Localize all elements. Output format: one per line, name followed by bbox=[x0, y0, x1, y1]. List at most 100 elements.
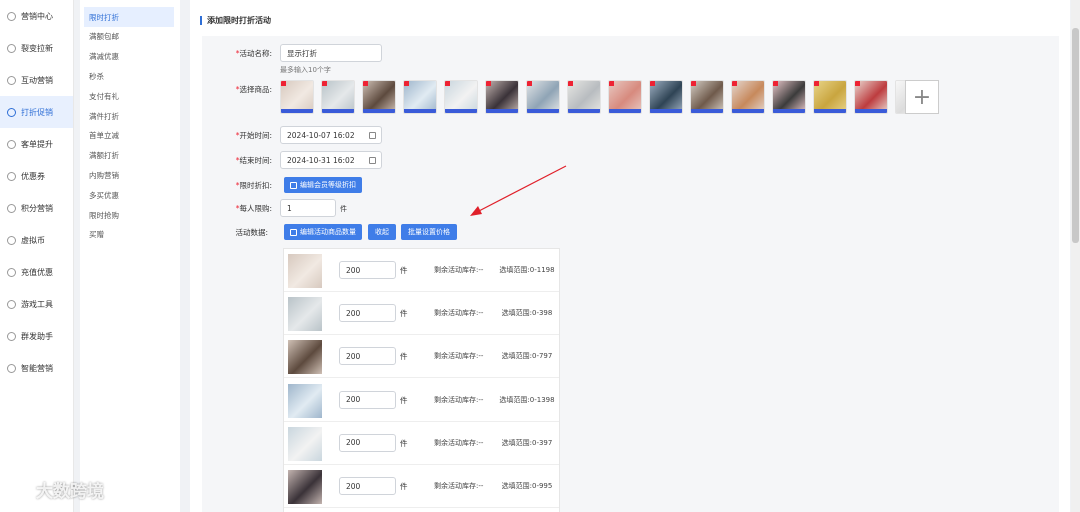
sidebar-item-11[interactable]: 智能营销 bbox=[0, 352, 73, 384]
activity-name-hint: 最多输入10个字 bbox=[280, 66, 331, 74]
smart-icon bbox=[7, 363, 16, 373]
goods-thumbnail[interactable] bbox=[690, 80, 724, 114]
subnav-item-7[interactable]: 满额打折 bbox=[80, 146, 180, 166]
goods-thumbnail[interactable] bbox=[485, 80, 519, 114]
row-qty-input[interactable]: 200 bbox=[339, 261, 396, 279]
goods-thumbnail[interactable] bbox=[854, 80, 888, 114]
product-tag-icon bbox=[486, 81, 491, 86]
product-banner bbox=[773, 109, 805, 113]
edit-activity-qty-button[interactable]: 编辑活动商品数量 bbox=[284, 224, 362, 240]
subnav-item-8[interactable]: 内购营销 bbox=[80, 166, 180, 186]
goods-thumbnail[interactable] bbox=[567, 80, 601, 114]
main-sidebar: 营销中心 裂变拉新 互动营销 打折促销 客单提升优惠券积分营销虚拟币 充值优惠 游戏工具 群发… bbox=[0, 0, 74, 512]
product-tag-icon bbox=[691, 81, 696, 86]
fission-icon bbox=[7, 43, 16, 53]
subnav-item-10[interactable]: 限时抢购 bbox=[80, 205, 180, 225]
row-range: 选填范围:0-398 bbox=[501, 309, 553, 318]
order-icon bbox=[7, 139, 16, 149]
activity-data-label: 活动数据: bbox=[235, 228, 268, 237]
broadcast-icon bbox=[7, 331, 16, 341]
sidebar-item-9[interactable]: 游戏工具 bbox=[0, 288, 73, 320]
page-scrollbar[interactable] bbox=[1071, 0, 1080, 512]
subnav-item-6[interactable]: 首单立减 bbox=[80, 126, 180, 146]
product-tag-icon bbox=[855, 81, 860, 86]
purchase-limit-input[interactable]: 1 bbox=[280, 199, 336, 217]
row-qty-input[interactable]: 200 bbox=[339, 433, 396, 452]
row-range: 选填范围:0-1398 bbox=[499, 395, 555, 404]
product-tag-icon bbox=[322, 81, 327, 86]
subnav-item-2[interactable]: 满减优惠 bbox=[80, 47, 180, 67]
sidebar-item-4[interactable]: 客单提升 bbox=[0, 128, 73, 160]
activity-goods-table: 200 件剩余活动库存:-- 选填范围:0-1198 200 件剩余活动库存:-- 选填范… bbox=[283, 248, 560, 512]
sidebar-item-0[interactable]: 营销中心 bbox=[0, 0, 73, 32]
row-unit: 件 bbox=[400, 438, 408, 448]
sidebar-item-3[interactable]: 打折促销 bbox=[0, 96, 73, 128]
scrollbar-thumb[interactable] bbox=[1072, 28, 1079, 243]
row-stock: 剩余活动库存:-- bbox=[434, 309, 484, 318]
subnav-item-9[interactable]: 多买优惠 bbox=[80, 185, 180, 205]
edit-icon bbox=[290, 228, 297, 236]
goods-thumbnail[interactable] bbox=[403, 80, 437, 114]
batch-price-button[interactable]: 批量设置价格 bbox=[401, 224, 457, 240]
row-product-image bbox=[288, 383, 322, 418]
product-tag-icon bbox=[568, 81, 573, 86]
sidebar-item-1[interactable]: 裂变拉新 bbox=[0, 32, 73, 64]
row-stock: 剩余活动库存:-- bbox=[434, 482, 484, 490]
purchase-limit-unit: 件 bbox=[340, 205, 347, 213]
product-banner bbox=[814, 109, 846, 113]
activity-name-input[interactable]: 显示打折 bbox=[280, 44, 382, 62]
goods-thumbnail[interactable] bbox=[362, 80, 396, 114]
row-unit: 件 bbox=[400, 309, 408, 319]
goods-thumbnail[interactable] bbox=[608, 80, 642, 114]
subnav-item-5[interactable]: 满件打折 bbox=[80, 106, 180, 126]
product-banner bbox=[445, 109, 477, 113]
table-row: 200 件 剩余活动库存:-- 选填范围:0-1198 bbox=[284, 249, 559, 292]
plus-icon: + bbox=[912, 84, 932, 110]
row-unit: 件 bbox=[400, 352, 408, 362]
coin-icon bbox=[7, 235, 16, 245]
subnav-item-3[interactable]: 秒杀 bbox=[80, 67, 180, 87]
collapse-button[interactable]: 收起 bbox=[368, 224, 396, 240]
sidebar-item-5[interactable]: 优惠券 bbox=[0, 160, 73, 192]
table-row: 200 件 剩余活动库存:-- 选填范围:0-398 bbox=[284, 292, 559, 336]
sidebar-item-10[interactable]: 群发助手 bbox=[0, 320, 73, 352]
row-qty-input[interactable]: 200 bbox=[339, 304, 396, 323]
goods-thumbnail[interactable] bbox=[649, 80, 683, 114]
page-title: 添加限时打折活动 bbox=[200, 16, 271, 25]
sidebar-item-label: 优惠券 bbox=[21, 171, 45, 181]
row-qty-input[interactable]: 200 bbox=[339, 477, 396, 495]
goods-thumbnail[interactable] bbox=[444, 80, 478, 114]
sidebar-item-7[interactable]: 虚拟币 bbox=[0, 224, 73, 256]
end-time-input[interactable]: 2024-10-31 16:02 bbox=[280, 151, 382, 169]
goods-thumbnail[interactable] bbox=[772, 80, 806, 114]
game-icon bbox=[7, 299, 16, 309]
row-qty-input[interactable]: 200 bbox=[339, 390, 396, 409]
subnav-item-1[interactable]: 满额包邮 bbox=[80, 27, 180, 47]
sidebar-item-label: 积分营销 bbox=[21, 203, 53, 213]
subnav-item-0[interactable]: 限时打折 bbox=[84, 7, 174, 27]
subnav-item-4[interactable]: 支付有礼 bbox=[80, 86, 180, 106]
goods-thumbnail[interactable] bbox=[813, 80, 847, 114]
sidebar-item-8[interactable]: 充值优惠 bbox=[0, 256, 73, 288]
add-goods-button[interactable]: + bbox=[905, 80, 939, 114]
subnav-item-11[interactable]: 买赠 bbox=[80, 225, 180, 245]
goods-thumbnail[interactable] bbox=[526, 80, 560, 114]
sidebar-item-label: 智能营销 bbox=[21, 363, 53, 373]
goods-thumbnail[interactable] bbox=[280, 80, 314, 114]
product-tag-icon bbox=[281, 81, 286, 86]
row-product-image bbox=[288, 297, 322, 332]
product-banner bbox=[609, 109, 641, 113]
sidebar-item-2[interactable]: 互动营销 bbox=[0, 64, 73, 96]
product-tag-icon bbox=[732, 81, 737, 86]
edit-member-discount-button[interactable]: 编辑会员等级折扣 bbox=[284, 177, 362, 193]
goods-thumbnail[interactable] bbox=[321, 80, 355, 114]
start-time-input[interactable]: 2024-10-07 16:02 bbox=[280, 126, 382, 144]
row-range: 选填范围:0-797 bbox=[501, 352, 553, 361]
row-product-image bbox=[288, 254, 322, 288]
product-banner bbox=[855, 109, 887, 113]
goods-thumbnail[interactable] bbox=[731, 80, 765, 114]
row-qty-input[interactable]: 200 bbox=[339, 347, 396, 366]
sidebar-item-6[interactable]: 积分营销 bbox=[0, 192, 73, 224]
product-tag-icon bbox=[609, 81, 614, 86]
table-row: 200 件 剩余活动库存:-- 选填范围:0-397 bbox=[284, 422, 559, 465]
